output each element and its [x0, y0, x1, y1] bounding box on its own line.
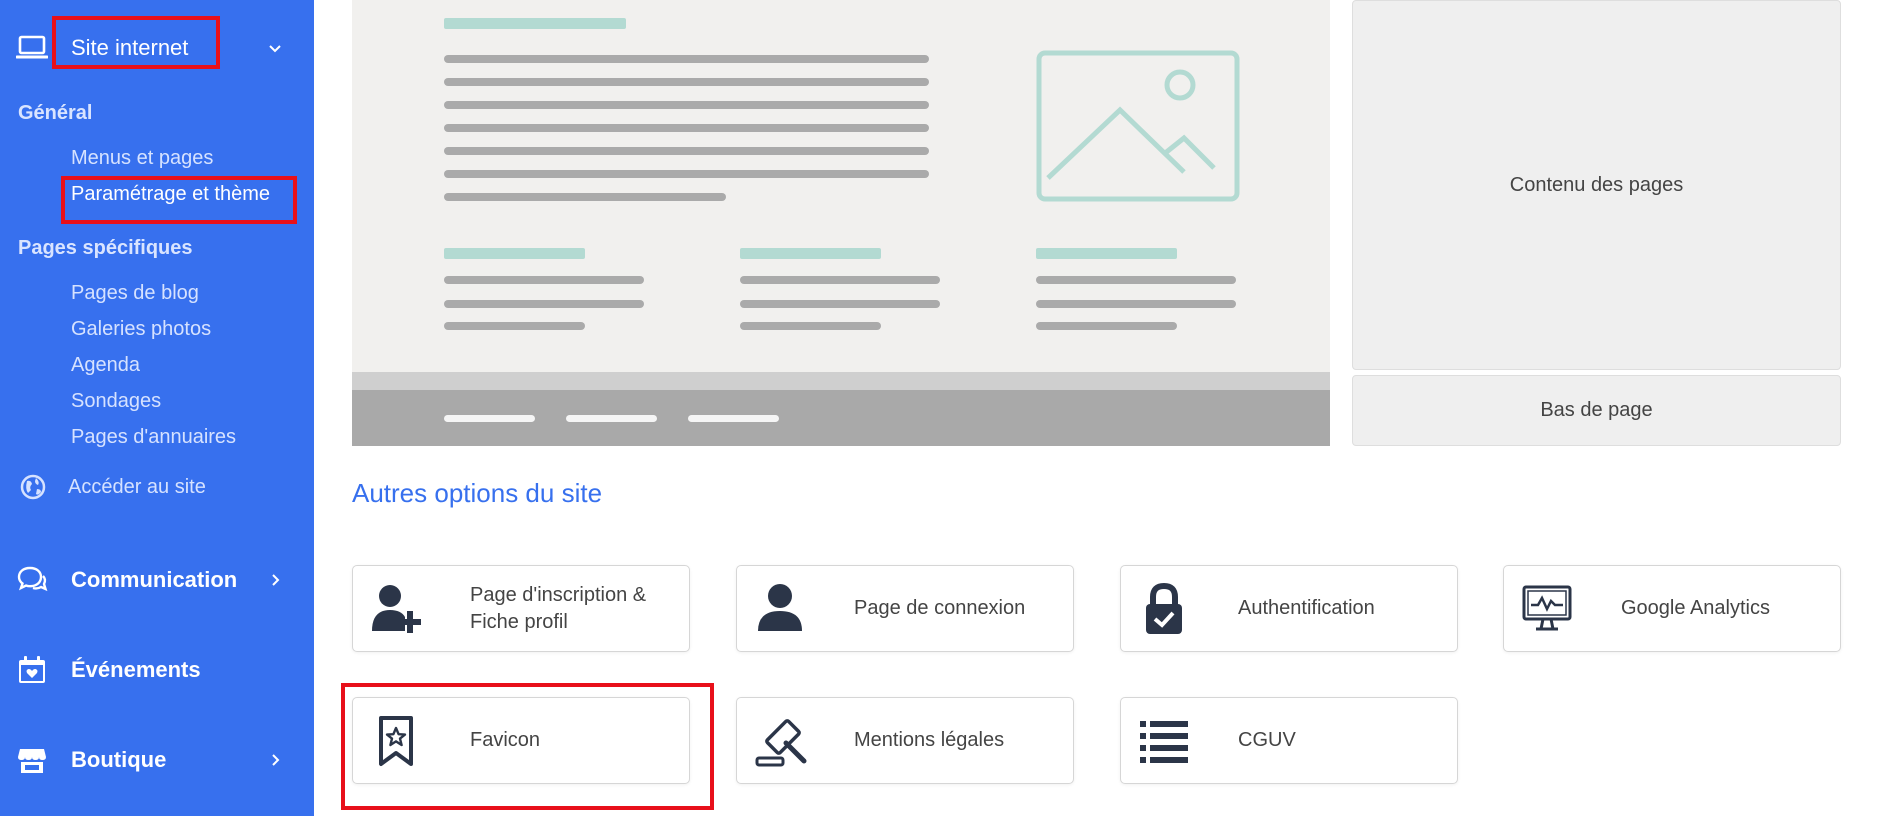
- card-connexion-label: Page de connexion: [854, 597, 1026, 619]
- panel-bas-label: Bas de page: [1540, 399, 1653, 421]
- placeholder-line: [444, 147, 929, 155]
- sidebar-item-menus-pages[interactable]: Menus et pages: [71, 147, 213, 170]
- group-general: Général: [18, 102, 93, 124]
- card-google-analytics-label: Google Analytics: [1621, 597, 1770, 619]
- placeholder-line: [1036, 300, 1236, 308]
- user-add-icon: [367, 580, 425, 638]
- card-mentions-legales[interactable]: Mentions légales: [736, 697, 1074, 784]
- card-favicon[interactable]: Favicon: [352, 697, 690, 784]
- placeholder-line: [444, 101, 929, 109]
- placeholder-line: [444, 300, 644, 308]
- panel-bas-de-page[interactable]: Bas de page: [1352, 375, 1841, 446]
- sidebar-item-parametrage[interactable]: Paramétrage et thème: [71, 183, 270, 206]
- access-site-link[interactable]: Accéder au site: [18, 472, 206, 502]
- sidebar-item-annuaires[interactable]: Pages d'annuaires: [71, 426, 236, 449]
- placeholder-line: [444, 248, 585, 259]
- calendar-heart-icon: [16, 654, 48, 686]
- nav-communication-label: Communication: [71, 567, 238, 592]
- placeholder-line: [444, 276, 644, 284]
- sidebar-item-galeries[interactable]: Galeries photos: [71, 318, 211, 341]
- placeholder-line: [740, 276, 940, 284]
- card-connexion[interactable]: Page de connexion: [736, 565, 1074, 652]
- card-authentification-label: Authentification: [1238, 597, 1375, 619]
- placeholder-line: [444, 55, 929, 63]
- sidebar-item-agenda[interactable]: Agenda: [71, 354, 140, 377]
- sidebar: Site internet Général Menus et pages Par…: [0, 0, 314, 816]
- chevron-right-icon: [272, 574, 280, 586]
- placeholder-line: [444, 322, 585, 330]
- card-cguv[interactable]: CGUV: [1120, 697, 1458, 784]
- card-google-analytics[interactable]: Google Analytics: [1503, 565, 1841, 652]
- placeholder-line: [444, 18, 626, 29]
- chevron-right-icon: [272, 754, 280, 766]
- access-site-label: Accéder au site: [68, 475, 206, 498]
- placeholder-line: [444, 193, 726, 201]
- placeholder-line: [444, 170, 929, 178]
- nav-site-internet[interactable]: Site internet: [0, 30, 314, 66]
- site-layout-preview[interactable]: [352, 0, 1330, 446]
- chat-icon: [16, 564, 48, 596]
- nav-evenements[interactable]: Événements: [0, 652, 314, 688]
- chevron-down-icon: [269, 45, 281, 53]
- card-inscription[interactable]: Page d'inscription & Fiche profil: [352, 565, 690, 652]
- gavel-icon: [751, 712, 809, 770]
- nav-communication[interactable]: Communication: [0, 562, 314, 598]
- card-cguv-label: CGUV: [1238, 729, 1296, 751]
- card-favicon-label: Favicon: [470, 729, 541, 751]
- lock-check-icon: [1135, 580, 1193, 638]
- footer-placeholder-line: [444, 415, 535, 422]
- laptop-icon: [16, 32, 48, 64]
- placeholder-line: [740, 248, 881, 259]
- placeholder-line: [444, 78, 929, 86]
- image-placeholder-icon: [1036, 50, 1240, 202]
- globe-icon: [20, 474, 46, 500]
- nav-site-internet-label: Site internet: [71, 35, 189, 60]
- placeholder-line: [740, 300, 940, 308]
- store-icon: [16, 744, 48, 776]
- placeholder-line: [1036, 322, 1177, 330]
- sidebar-item-sondages[interactable]: Sondages: [71, 390, 161, 413]
- nav-evenements-label: Événements: [71, 657, 201, 682]
- user-icon: [751, 580, 809, 638]
- placeholder-line: [740, 322, 881, 330]
- card-inscription-label: Page d'inscription & Fiche profil: [470, 583, 647, 633]
- panel-contenu-pages[interactable]: Contenu des pages: [1352, 0, 1841, 370]
- placeholder-line: [444, 124, 929, 132]
- footer-placeholder-line: [688, 415, 779, 422]
- nav-boutique-label: Boutique: [71, 747, 167, 772]
- bookmark-star-icon: [367, 712, 425, 770]
- card-mentions-label: Mentions légales: [854, 729, 1005, 751]
- nav-boutique[interactable]: Boutique: [0, 742, 314, 778]
- list-icon: [1135, 712, 1193, 770]
- monitor-chart-icon: [1518, 580, 1576, 638]
- placeholder-line: [1036, 276, 1236, 284]
- card-authentification[interactable]: Authentification: [1120, 565, 1458, 652]
- section-title: Autres options du site: [352, 478, 603, 508]
- panel-contenu-label: Contenu des pages: [1509, 173, 1684, 196]
- placeholder-line: [1036, 248, 1177, 259]
- sidebar-item-blog[interactable]: Pages de blog: [71, 282, 199, 305]
- footer-placeholder-line: [566, 415, 657, 422]
- footer-band: [352, 372, 1330, 390]
- group-pages-specifiques: Pages spécifiques: [18, 237, 193, 259]
